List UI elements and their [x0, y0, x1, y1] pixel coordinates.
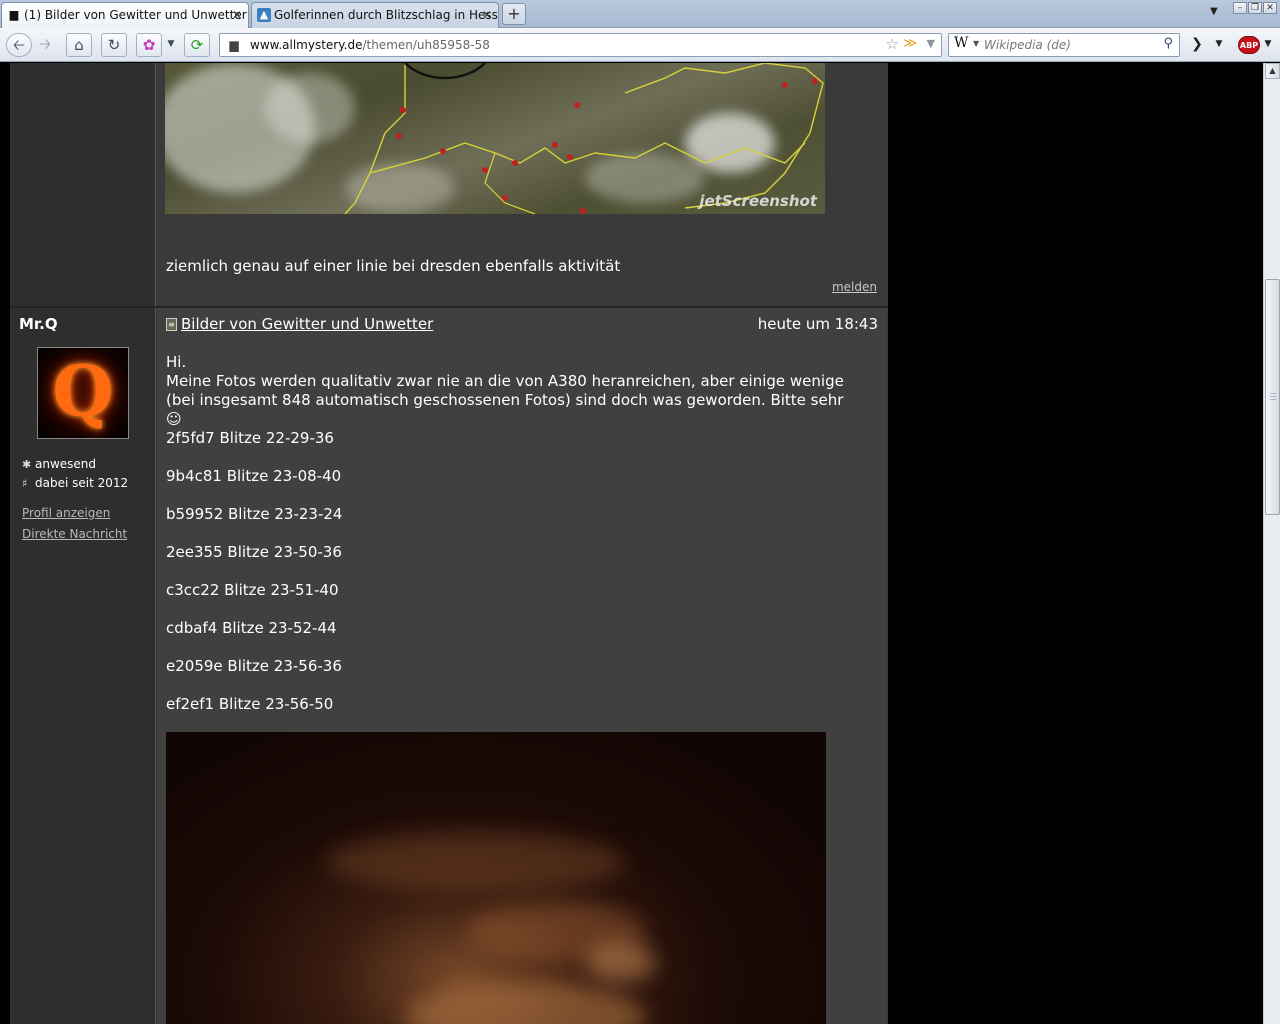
tab-list-icon[interactable]: ▼	[1210, 6, 1218, 17]
allmystery-favicon-icon: ▆	[9, 8, 19, 21]
satellite-weather-image[interactable]: jetScreenshot	[165, 63, 825, 214]
home-button[interactable]: ⌂	[66, 33, 92, 57]
restore-icon[interactable]: ❐	[1248, 2, 1262, 14]
image-caption: e2059e Blitze 23-56-36	[166, 657, 342, 675]
avatar[interactable]: Q	[37, 347, 129, 439]
member-since-text: dabei seit 2012	[35, 476, 129, 490]
chevron-down-icon: ▼	[1264, 39, 1272, 49]
site-identity-icon[interactable]: ▆	[224, 37, 244, 53]
tab-title: (1) Bilder von Gewitter und Unwetter ...	[24, 8, 249, 22]
lightning-photo[interactable]	[166, 732, 826, 1024]
chevron-right-icon: ❯	[1191, 36, 1203, 52]
download-addon-button[interactable]: ⟳	[184, 33, 210, 57]
post-greeting: Hi.	[166, 353, 187, 371]
abp-dropdown[interactable]: ▼	[1262, 33, 1274, 57]
chevron-down-icon: ▼	[1215, 39, 1223, 49]
avatar-fire-letter: Q	[52, 350, 114, 433]
post-timestamp: heute um 18:43	[757, 315, 878, 333]
image-caption: b59952 Blitze 23-23-24	[166, 505, 343, 523]
scroll-thumb[interactable]: ― ― ―	[1265, 279, 1280, 515]
back-button[interactable]: 🡠	[6, 33, 32, 57]
url-domain: www.allmystery.de	[250, 38, 363, 52]
search-bar[interactable]: W ▼ ⚲	[948, 33, 1180, 57]
url-path: /themen/uh85958-58	[362, 38, 490, 52]
overflow-dropdown[interactable]: ▼	[1212, 33, 1226, 57]
address-bar[interactable]: ▆ www.allmystery.de/themen/uh85958-58 ☆ …	[219, 33, 942, 57]
addon-button[interactable]: ✿	[136, 33, 162, 57]
search-input[interactable]	[984, 36, 1154, 54]
previous-post-user-column	[10, 63, 156, 306]
tab-golferinnen[interactable]: ▲ Golferinnen durch Blitzschlag in Hess.…	[251, 2, 499, 28]
post-intro: Meine Fotos werden qualitativ zwar nie a…	[166, 372, 844, 428]
colorful-addon-icon: ✿	[142, 36, 156, 54]
close-window-icon[interactable]: ✕	[1263, 2, 1277, 14]
post-title-link[interactable]: Bilder von Gewitter und Unwetter	[181, 315, 433, 333]
user-member-since: ♯ dabei seit 2012	[22, 476, 128, 490]
post-author-name[interactable]: Mr.Q	[19, 315, 58, 333]
overflow-button[interactable]: ❯	[1186, 33, 1208, 57]
report-link[interactable]: melden	[832, 280, 877, 294]
navigation-toolbar: 🡠 🡢 ⌂ ↻ ✿ ▼ ⟳ ▆ www.allmystery.de/themen…	[0, 28, 1280, 62]
calendar-icon: ♯	[22, 477, 28, 490]
grip-icon: ― ― ―	[1270, 390, 1276, 403]
bookmark-star-icon[interactable]: ☆	[886, 35, 899, 53]
arrow-right-icon: 🡢	[38, 35, 52, 53]
close-tab-icon[interactable]: ✕	[482, 3, 492, 27]
profile-link[interactable]: Profil anzeigen	[22, 506, 110, 520]
addon-dropdown[interactable]: ▼	[164, 33, 178, 57]
user-status: ✱ anwesend	[22, 457, 96, 471]
reload-icon: ↻	[107, 36, 121, 54]
new-tab-button[interactable]: +	[502, 3, 526, 25]
page-viewport: jetScreenshot ziemlich genau auf einer l…	[0, 63, 1263, 1024]
image-caption: 2f5fd7 Blitze 22-29-36	[166, 429, 334, 447]
forum-thread: jetScreenshot ziemlich genau auf einer l…	[10, 63, 888, 1024]
image-caption: ef2ef1 Blitze 23-56-50	[166, 695, 334, 713]
post-header: ≡ Bilder von Gewitter und Unwetter heute…	[166, 315, 878, 335]
user-status-text: anwesend	[35, 457, 97, 471]
url-text[interactable]: www.allmystery.de/themen/uh85958-58	[250, 34, 490, 56]
forward-button[interactable]: 🡢	[34, 33, 56, 57]
tab-allmystery[interactable]: ▆ (1) Bilder von Gewitter und Unwetter .…	[1, 2, 249, 28]
vertical-scrollbar[interactable]: ▲ ― ― ―	[1263, 63, 1280, 1024]
previous-post-text: ziemlich genau auf einer linie bei dresd…	[166, 257, 621, 275]
image-caption: 9b4c81 Blitze 23-08-40	[166, 467, 342, 485]
tab-bar: ▆ (1) Bilder von Gewitter und Unwetter .…	[0, 0, 1280, 28]
green-download-icon: ⟳	[190, 36, 204, 54]
scroll-up-button[interactable]: ▲	[1265, 63, 1280, 79]
engine-dropdown-icon[interactable]: ▼	[973, 39, 979, 48]
news-favicon-icon: ▲	[257, 8, 271, 22]
direct-message-link[interactable]: Direkte Nachricht	[22, 527, 127, 541]
close-tab-icon[interactable]: ✕	[232, 3, 242, 27]
image-watermark: jetScreenshot	[699, 192, 817, 210]
home-icon: ⌂	[74, 36, 84, 54]
wikipedia-engine-icon[interactable]: W	[954, 35, 968, 51]
rss-feed-icon[interactable]: ≫	[903, 36, 917, 51]
arrow-left-icon: 🡠	[12, 36, 26, 54]
previous-post-body: jetScreenshot ziemlich genau auf einer l…	[157, 63, 887, 306]
image-caption: c3cc22 Blitze 23-51-40	[166, 581, 339, 599]
history-dropdown-icon[interactable]: ▼	[927, 37, 935, 50]
post-document-icon: ≡	[166, 318, 177, 331]
reload-button[interactable]: ↻	[101, 33, 127, 57]
chevron-down-icon: ▼	[167, 39, 175, 49]
tab-title: Golferinnen durch Blitzschlag in Hess...	[274, 8, 499, 22]
search-icon[interactable]: ⚲	[1163, 36, 1173, 51]
image-caption: 2ee355 Blitze 23-50-36	[166, 543, 342, 561]
adblock-plus-icon[interactable]: ABP	[1238, 36, 1260, 54]
person-icon: ✱	[22, 458, 32, 471]
minimize-icon[interactable]: –	[1233, 2, 1247, 14]
image-caption: cdbaf4 Blitze 23-52-44	[166, 619, 337, 637]
